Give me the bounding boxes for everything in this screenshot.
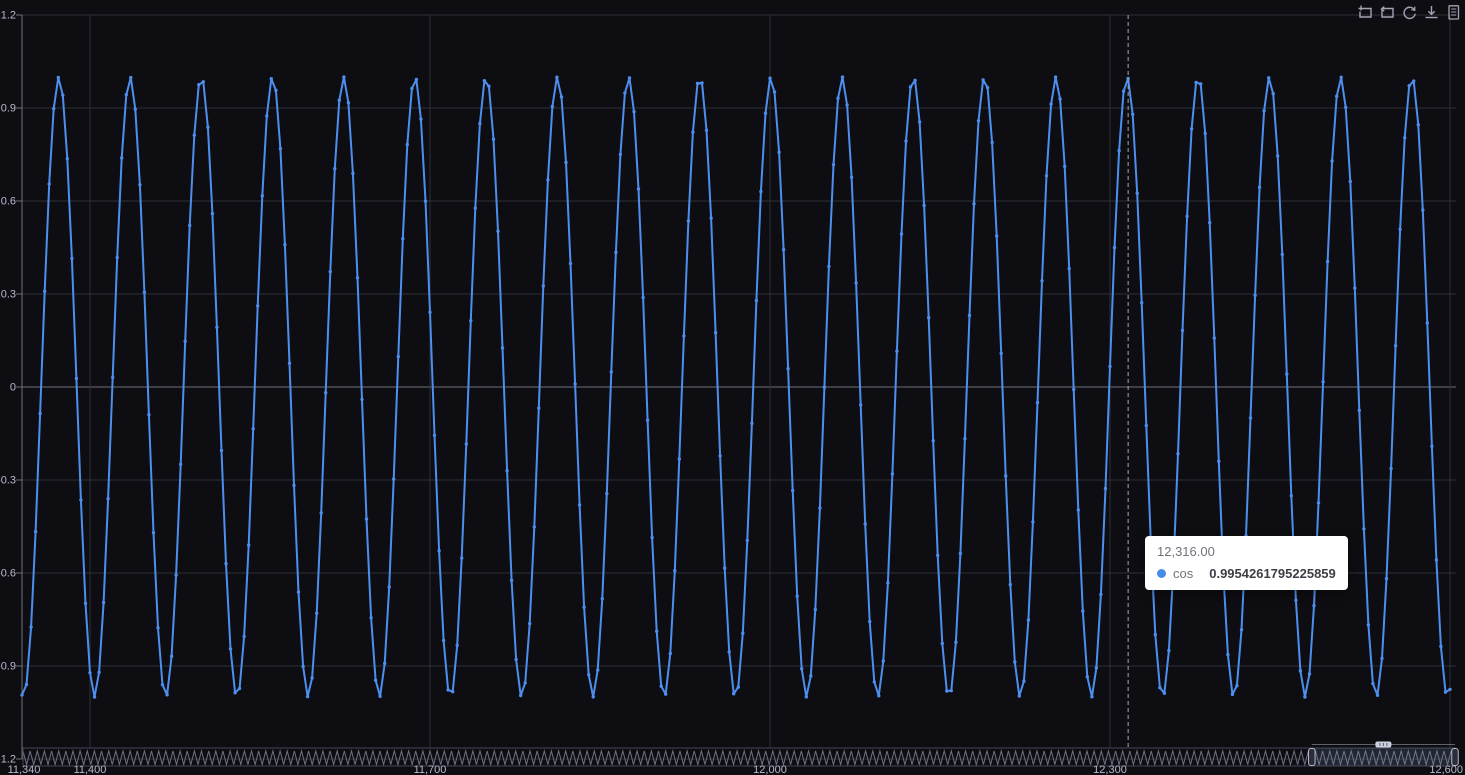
y-tick-label: -0.6 xyxy=(0,568,16,580)
tooltip-x-value: 12,316.00 xyxy=(1157,544,1215,559)
y-tick-label: 0.9 xyxy=(1,103,16,115)
x-tick-label: 11,700 xyxy=(414,764,447,775)
datazoom-shadow xyxy=(22,749,1456,767)
x-tick-label: 12,600 xyxy=(1429,764,1463,775)
datazoom-handle-left[interactable] xyxy=(1308,748,1316,766)
tooltip-series-name: cos xyxy=(1173,566,1194,581)
cos-line-chart[interactable]: 1.20.90.60.30-0.3-0.6-0.9-1.211,34011,40… xyxy=(0,0,1465,775)
y-tick-label: 1.2 xyxy=(1,10,16,22)
data-view-icon[interactable] xyxy=(1445,4,1462,21)
tooltip-series-value: 0.9954261795225859 xyxy=(1209,566,1336,581)
restore-icon[interactable] xyxy=(1401,4,1418,21)
y-tick-label: 0.6 xyxy=(1,196,16,208)
save-image-icon[interactable] xyxy=(1423,4,1440,21)
series-marker-dot xyxy=(1157,569,1166,578)
y-tick-label: -0.3 xyxy=(0,475,16,487)
y-tick-label: 0 xyxy=(10,382,16,394)
chart-window: 1.20.90.60.30-0.3-0.6-0.9-1.211,34011,40… xyxy=(0,0,1465,775)
y-tick-label: 0.3 xyxy=(1,289,16,301)
chart-tooltip: 12,316.00 cos 0.9954261795225859 xyxy=(1145,536,1348,590)
x-tick-label: 11,340 xyxy=(8,764,41,775)
toolbox xyxy=(1357,4,1462,21)
x-tick-label: 12,000 xyxy=(753,764,787,775)
x-tick-label: 12,300 xyxy=(1093,764,1127,775)
area-zoom-icon[interactable] xyxy=(1357,4,1374,21)
zoom-restore-icon[interactable] xyxy=(1379,4,1396,21)
x-tick-label: 11,400 xyxy=(74,764,107,775)
datazoom-handle-right[interactable] xyxy=(1451,748,1459,766)
y-tick-label: -0.9 xyxy=(0,661,16,673)
